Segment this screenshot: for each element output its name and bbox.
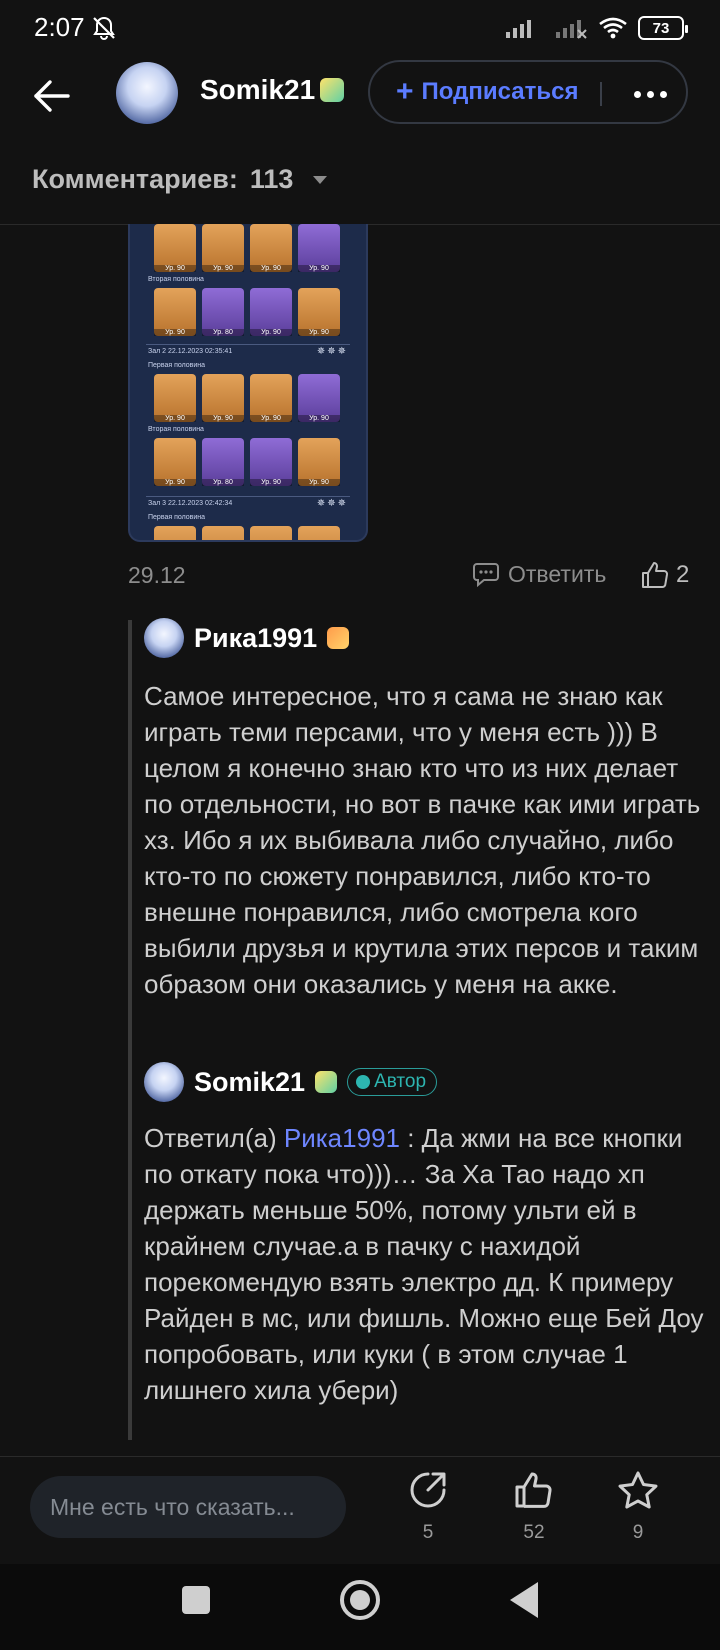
divider bbox=[0, 1456, 720, 1457]
character-card: Ур. 90 bbox=[154, 224, 196, 272]
character-card: Ур. 90 bbox=[154, 438, 196, 486]
character-card bbox=[298, 526, 340, 540]
share-button[interactable]: 5 bbox=[398, 1470, 458, 1544]
thread-line bbox=[128, 620, 132, 1440]
signal-icon bbox=[556, 20, 587, 39]
reply-button[interactable]: Ответить bbox=[472, 560, 606, 588]
status-bar: 2:07 73 bbox=[0, 0, 720, 56]
divider bbox=[146, 344, 350, 345]
character-card: Ур. 90 bbox=[250, 438, 292, 486]
like-post-button[interactable]: 52 bbox=[504, 1470, 564, 1544]
like-count: 2 bbox=[676, 561, 690, 588]
avatar[interactable] bbox=[144, 618, 184, 658]
comment-input-placeholder: Мне есть что сказать... bbox=[50, 1493, 295, 1520]
attached-image[interactable]: Ур. 90 Ур. 90 Ур. 90 Ур. 90 Вторая полов… bbox=[128, 224, 368, 542]
comments-count: 113 bbox=[249, 164, 294, 194]
character-card: Ур. 90 bbox=[298, 438, 340, 486]
thumb-up-icon bbox=[515, 1472, 552, 1508]
level-badge-icon bbox=[315, 1071, 338, 1093]
image-text: Первая половина bbox=[148, 514, 206, 521]
character-card: Ур. 90 bbox=[298, 374, 340, 422]
character-card: Ур. 90 bbox=[202, 374, 244, 422]
back-icon[interactable] bbox=[510, 1582, 538, 1618]
favorite-button[interactable]: 9 bbox=[608, 1470, 668, 1544]
character-card: Ур. 90 bbox=[154, 374, 196, 422]
character-card: Ур. 90 bbox=[154, 288, 196, 336]
navigation-bar bbox=[0, 1564, 720, 1650]
avatar[interactable] bbox=[116, 62, 178, 124]
character-card: Ур. 90 bbox=[298, 224, 340, 272]
reply-body: : Да жми на все кнопки по откату пока чт… bbox=[144, 1123, 704, 1405]
image-text: Первая половина bbox=[148, 362, 206, 369]
like-count: 52 bbox=[523, 1522, 545, 1543]
battery-icon: 73 bbox=[638, 16, 688, 40]
back-arrow-icon[interactable] bbox=[30, 74, 74, 118]
comments-sort[interactable]: Комментариев: 113 bbox=[32, 164, 328, 195]
reply-header: Рика1991 bbox=[144, 618, 350, 658]
share-icon bbox=[410, 1472, 446, 1508]
image-text: Зал 3 22.12.2023 02:42:34 bbox=[148, 500, 233, 507]
divider bbox=[146, 496, 350, 497]
status-time: 2:07 bbox=[34, 12, 85, 42]
character-card bbox=[202, 526, 244, 540]
star-icon: ✵✵✵ bbox=[316, 346, 348, 357]
level-badge-icon bbox=[320, 78, 344, 102]
image-text: Зал 2 22.12.2023 02:35:41 bbox=[148, 348, 233, 355]
avatar[interactable] bbox=[144, 1062, 184, 1102]
favorite-count: 9 bbox=[632, 1522, 644, 1543]
star-icon bbox=[618, 1471, 658, 1509]
recents-icon[interactable] bbox=[182, 1586, 210, 1614]
share-count: 5 bbox=[422, 1522, 434, 1543]
character-card: Ур. 90 bbox=[250, 374, 292, 422]
character-card bbox=[250, 526, 292, 540]
signal-icon bbox=[506, 20, 531, 38]
comments-label: Комментариев: bbox=[32, 164, 238, 194]
more-icon[interactable] bbox=[626, 78, 674, 110]
image-text: Вторая половина bbox=[148, 426, 204, 433]
comment-icon bbox=[473, 563, 499, 588]
character-card bbox=[154, 526, 196, 540]
like-button[interactable]: 2 bbox=[640, 560, 689, 590]
reply-text: Ответил(а) Рика1991 : Да жми на все кноп… bbox=[144, 1120, 704, 1408]
star-icon: ✵✵✵ bbox=[316, 498, 348, 509]
reply-author[interactable]: Рика1991 bbox=[194, 623, 317, 654]
reply-prefix: Ответил(а) bbox=[144, 1123, 277, 1153]
comment-input[interactable]: Мне есть что сказать... bbox=[30, 1476, 346, 1538]
reply-header: Somik21 Автор bbox=[144, 1062, 438, 1102]
subscribe-button[interactable]: + Подписаться bbox=[370, 77, 578, 107]
divider bbox=[600, 82, 602, 106]
character-card: Ур. 90 bbox=[250, 288, 292, 336]
character-card: Ур. 90 bbox=[202, 224, 244, 272]
author-icon bbox=[356, 1075, 371, 1089]
author-tag-label: Автор bbox=[374, 1071, 427, 1092]
author-tag: Автор bbox=[347, 1068, 438, 1096]
reply-author[interactable]: Somik21 bbox=[194, 1067, 305, 1098]
profile-name[interactable]: Somik21 bbox=[200, 74, 315, 106]
character-card: Ур. 90 bbox=[250, 224, 292, 272]
mute-icon bbox=[93, 16, 115, 40]
reply-text: Самое интересное, что я сама не знаю как… bbox=[144, 681, 701, 999]
character-card: Ур. 90 bbox=[298, 288, 340, 336]
plus-icon: + bbox=[396, 75, 414, 108]
badge-icon bbox=[327, 627, 350, 649]
mention-link[interactable]: Рика1991 bbox=[284, 1123, 400, 1153]
chevron-down-icon bbox=[313, 175, 328, 184]
subscribe-label: Подписаться bbox=[421, 78, 579, 105]
character-card: Ур. 80 bbox=[202, 288, 244, 336]
header: Somik21 + Подписаться bbox=[0, 56, 720, 156]
subscribe-pill: + Подписаться bbox=[368, 60, 688, 124]
character-card: Ур. 80 bbox=[202, 438, 244, 486]
image-text: Вторая половина bbox=[148, 276, 204, 283]
comment-date: 29.12 bbox=[128, 562, 186, 588]
home-icon[interactable] bbox=[340, 1580, 380, 1620]
wifi-icon bbox=[599, 17, 627, 39]
reply-label: Ответить bbox=[508, 560, 607, 587]
thumb-up-icon bbox=[642, 562, 668, 588]
